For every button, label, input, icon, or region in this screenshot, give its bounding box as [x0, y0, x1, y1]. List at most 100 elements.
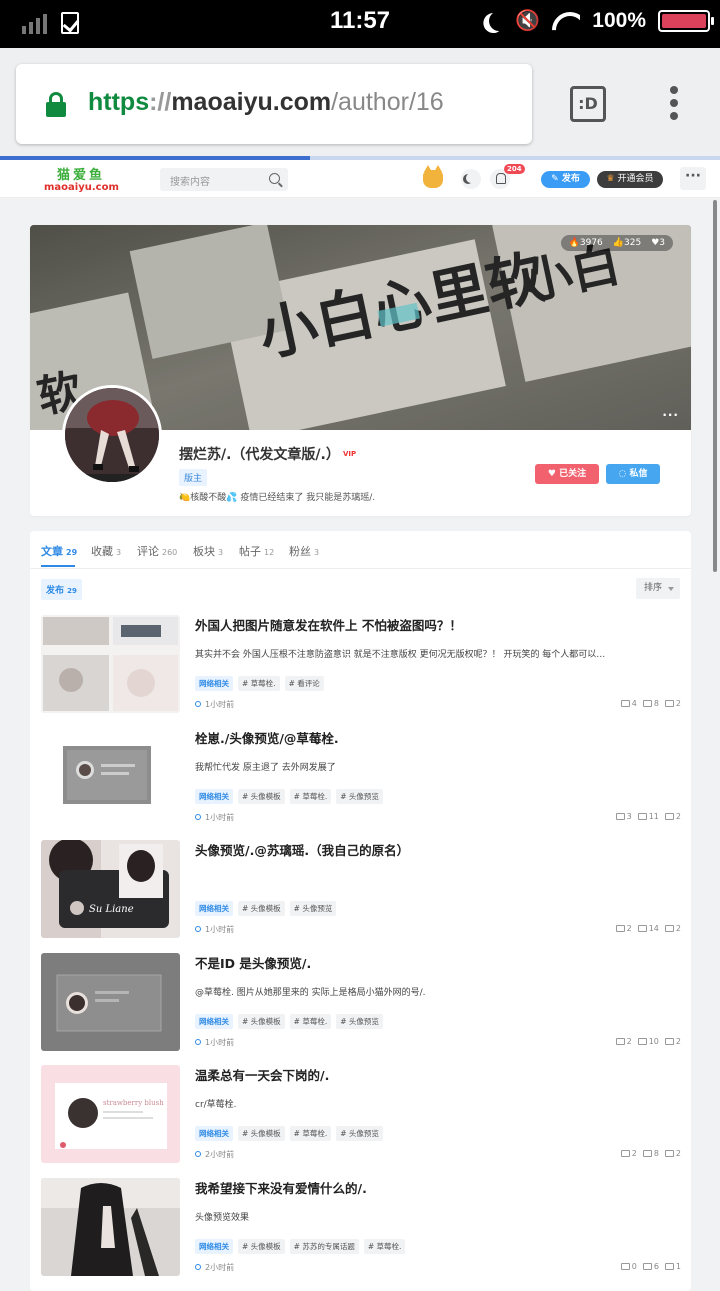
- cat-mascot-icon[interactable]: [423, 165, 443, 188]
- page-scrollbar[interactable]: [713, 200, 717, 572]
- site-logo[interactable]: 猫爱鱼 maoaiyu.com: [44, 164, 119, 193]
- tag-category[interactable]: 网络相关: [195, 1126, 233, 1141]
- tabs-button[interactable]: :D: [570, 86, 606, 122]
- tab-label: 评论: [137, 545, 159, 558]
- post-thumbnail[interactable]: [41, 953, 180, 1051]
- post-item[interactable]: 不是ID 是头像预览/. @草莓栓. 图片从她那里来的 实际上是格局小猫外网的号…: [41, 953, 681, 1053]
- tab-label: 收藏: [91, 545, 113, 558]
- dark-mode-icon[interactable]: [461, 169, 481, 189]
- follow-button[interactable]: ♥ 已关注: [535, 464, 599, 484]
- profile-tabs: 文章 29 收藏 3 评论 260 板块 3 帖子 12 粉丝 3: [30, 531, 691, 569]
- tag-category[interactable]: 网络相关: [195, 789, 233, 804]
- post-item[interactable]: 我希望接下来没有爱情什么的/. 头像预览效果 网络相关 # 头像模板 # 苏苏的…: [41, 1178, 681, 1278]
- tag[interactable]: # 草莓栓.: [363, 1239, 406, 1254]
- post-time: 1小时前: [195, 699, 234, 710]
- tab-fans[interactable]: 粉丝 3: [289, 543, 319, 559]
- tag[interactable]: # 头像预览: [336, 1014, 383, 1029]
- tag[interactable]: # 草莓栓.: [289, 1126, 332, 1141]
- tag-category[interactable]: 网络相关: [195, 676, 233, 691]
- post-item[interactable]: 外国人把图片随意发在软件上 不怕被盗图吗？！ 其实并不会 外国人压根不注意防盗意…: [41, 615, 681, 715]
- bio-part1: 核酸不酸: [190, 493, 227, 503]
- post-excerpt: 头像预览效果: [195, 1213, 250, 1223]
- tag[interactable]: # 草莓栓.: [289, 789, 332, 804]
- post-title[interactable]: 栓崽./头像预览/@草莓栓.: [195, 728, 339, 747]
- clock-icon: [195, 1039, 201, 1045]
- address-bar[interactable]: https://maoaiyu.com/author/16: [16, 64, 532, 144]
- post-title[interactable]: 温柔总有一天会下岗的/.: [195, 1065, 329, 1084]
- tag-category[interactable]: 网络相关: [195, 1014, 233, 1029]
- tag[interactable]: # 头像模板: [238, 1126, 285, 1141]
- battery-icon: [658, 9, 714, 32]
- browser-menu-icon[interactable]: [668, 86, 680, 126]
- header-more-button[interactable]: ···: [680, 167, 706, 190]
- url-separator: ://: [149, 88, 172, 116]
- post-thumbnail[interactable]: [41, 1178, 180, 1276]
- lock-icon[interactable]: [46, 92, 66, 117]
- logo-en: maoaiyu.com: [44, 182, 119, 193]
- post-thumbnail[interactable]: Su Liane: [41, 840, 180, 938]
- comment-count: 2: [616, 924, 632, 933]
- post-title[interactable]: 头像预览/.@苏璃瑶.（我自己的原名）: [195, 840, 409, 859]
- tab-articles[interactable]: 文章 29: [41, 543, 77, 559]
- comment-count: 2: [621, 1149, 637, 1158]
- post-thumbnail[interactable]: [41, 728, 180, 826]
- tag[interactable]: # 草莓栓.: [289, 1014, 332, 1029]
- tag[interactable]: # 苏苏的专属话题: [289, 1239, 359, 1254]
- tag[interactable]: # 头像预览: [336, 789, 383, 804]
- message-button[interactable]: ◌ 私信: [606, 464, 660, 484]
- tag[interactable]: # 头像预览: [289, 901, 337, 916]
- tab-favorites[interactable]: 收藏 3: [91, 543, 121, 559]
- tag[interactable]: # 头像模板: [238, 1014, 285, 1029]
- clock-icon: [195, 1151, 201, 1157]
- tab-posts[interactable]: 帖子 12: [239, 543, 274, 559]
- tab-boards[interactable]: 板块 3: [193, 543, 223, 559]
- profile-bio: 🍋核酸不酸💦 疫情已经结束了 我只能是苏璃瑶/.: [179, 490, 375, 503]
- post-tags: 网络相关 # 头像模板 # 草莓栓. # 头像预览: [195, 789, 383, 804]
- avatar[interactable]: [62, 385, 162, 485]
- profile-card: 小白心里软 小白 软 🔥3976 👍325 ♥3 ··· 摆烂苏/.（代发文章版…: [30, 225, 691, 516]
- post-thumbnail[interactable]: strawberry blush: [41, 1065, 180, 1163]
- vip-button[interactable]: ♛ 开通会员: [597, 171, 663, 188]
- comment-count: 0: [621, 1262, 637, 1271]
- tag[interactable]: # 看评论: [284, 676, 324, 691]
- post-item[interactable]: Su Liane 头像预览/.@苏璃瑶.（我自己的原名） 网络相关 # 头像模板…: [41, 840, 681, 940]
- filter-published[interactable]: 发布 29: [41, 579, 82, 600]
- post-thumbnail[interactable]: [41, 615, 180, 713]
- droplet-icon: 💦: [226, 493, 238, 503]
- role-badge: 版主: [179, 469, 208, 486]
- tag[interactable]: # 头像模板: [238, 1239, 285, 1254]
- tag-category[interactable]: 网络相关: [195, 901, 233, 916]
- tag[interactable]: # 头像模板: [238, 901, 285, 916]
- cover-more-button[interactable]: ···: [662, 408, 679, 422]
- post-title[interactable]: 外国人把图片随意发在软件上 不怕被盗图吗？！: [195, 615, 462, 634]
- tag-category[interactable]: 网络相关: [195, 1239, 233, 1254]
- url-text[interactable]: https://maoaiyu.com/author/16: [88, 88, 444, 117]
- sort-dropdown[interactable]: 排序: [636, 578, 680, 599]
- tag[interactable]: # 草莓栓.: [238, 676, 280, 691]
- post-excerpt: 我帮忙代发 原主退了 去外网发展了: [195, 763, 336, 773]
- bio-part2: 疫情已经结束了 我只能是苏璃瑶/.: [240, 493, 376, 503]
- post-title[interactable]: 我希望接下来没有爱情什么的/.: [195, 1178, 367, 1197]
- post-excerpt: @草莓栓. 图片从她那里来的 实际上是格局小猫外网的号/.: [195, 988, 426, 998]
- search-icon[interactable]: [269, 173, 280, 184]
- tab-comments[interactable]: 评论 260: [137, 543, 177, 559]
- publish-button[interactable]: ✎ 发布: [541, 171, 590, 188]
- post-title[interactable]: 不是ID 是头像预览/.: [195, 953, 311, 972]
- hearts-stat: ♥3: [651, 238, 665, 248]
- post-time: 1小时前: [195, 812, 234, 823]
- post-stats: 482: [621, 699, 681, 708]
- hot-stat: 🔥3976: [569, 238, 603, 248]
- hot-count: 3976: [579, 238, 603, 248]
- search-placeholder: 搜索内容: [170, 177, 210, 188]
- tab-label: 粉丝: [289, 545, 311, 558]
- search-input[interactable]: 搜索内容: [160, 168, 288, 191]
- view-count: 11: [638, 812, 659, 821]
- tag[interactable]: # 头像预览: [336, 1126, 383, 1141]
- tag[interactable]: # 头像模板: [238, 789, 285, 804]
- post-tags: 网络相关 # 头像模板 # 头像预览: [195, 901, 337, 916]
- post-item[interactable]: 栓崽./头像预览/@草莓栓. 我帮忙代发 原主退了 去外网发展了 网络相关 # …: [41, 728, 681, 828]
- clock-icon: [195, 814, 201, 820]
- status-right: 🔇 100%: [483, 8, 714, 33]
- post-item[interactable]: strawberry blush 温柔总有一天会下岗的/. cr/草莓栓. 网络…: [41, 1065, 681, 1165]
- tab-active-indicator: [41, 565, 75, 567]
